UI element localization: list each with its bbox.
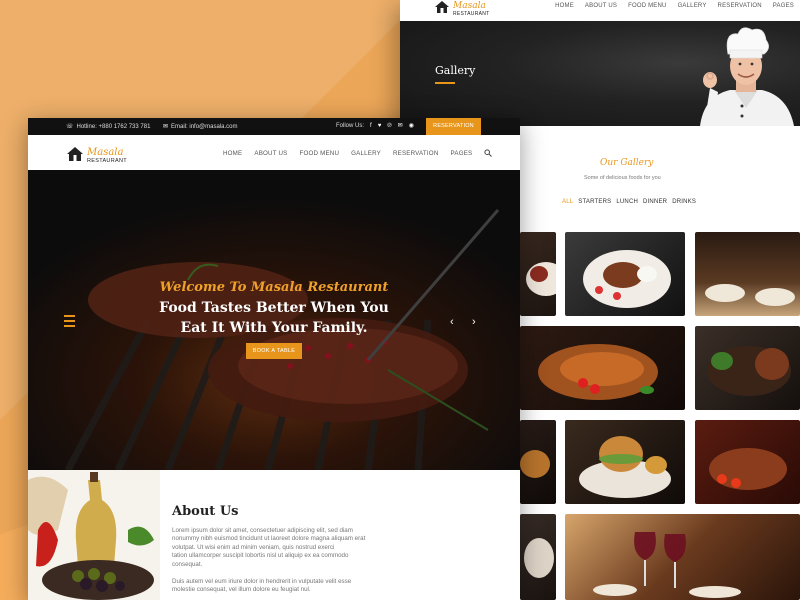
- gallery-hero-title: Gallery: [435, 64, 476, 77]
- gallery-logo[interactable]: Masala RESTAURANT: [434, 0, 490, 17]
- hotline-item: ☏ Hotline: +880 1762 733 781: [66, 123, 151, 131]
- mail-icon: ✉: [163, 124, 169, 130]
- facebook-icon[interactable]: f: [370, 123, 372, 129]
- filter-drinks[interactable]: DRINKS: [672, 199, 696, 205]
- phone-icon: ☏: [66, 124, 74, 130]
- gallery-thumb[interactable]: [695, 232, 800, 316]
- about-line: Duis autem vel eum iriure dolor in hendr…: [172, 578, 352, 585]
- gallery-main-menu: HOME ABOUT US FOOD MENU GALLERY RESERVAT…: [555, 3, 794, 9]
- mail-social-icon[interactable]: ✉: [398, 122, 403, 129]
- search-icon[interactable]: [484, 149, 493, 157]
- main-menu: HOME ABOUT US FOOD MENU GALLERY RESERVAT…: [223, 149, 493, 157]
- gallery-thumb[interactable]: [565, 232, 685, 316]
- our-gallery-subtitle: Some of delicious foods for you: [584, 175, 661, 181]
- filter-lunch[interactable]: LUNCH: [616, 199, 638, 205]
- nav-pages[interactable]: PAGES: [451, 150, 473, 157]
- nav-food-menu[interactable]: FOOD MENU: [300, 150, 340, 157]
- logo-subtitle: RESTAURANT: [453, 11, 490, 17]
- about-line: molestie consequat, vel illum dolore eu …: [172, 586, 311, 594]
- gallery-thumb[interactable]: [565, 514, 800, 600]
- logo-brand: Masala: [453, 1, 486, 11]
- hero-headline-line2: Eat It With Your Family.: [180, 320, 368, 336]
- slider-menu-icon[interactable]: [64, 315, 76, 329]
- hotline-text: Hotline: +880 1762 733 781: [76, 123, 151, 130]
- nav-reservation[interactable]: RESERVATION: [718, 3, 762, 9]
- slider-next-icon[interactable]: ›: [472, 316, 476, 328]
- our-gallery-heading: Our Gallery: [600, 158, 654, 168]
- email-text: Email: info@masala.com: [171, 123, 238, 130]
- gallery-thumb[interactable]: [695, 326, 800, 410]
- nav-gallery[interactable]: GALLERY: [351, 150, 381, 157]
- gallery-thumb[interactable]: [520, 232, 556, 316]
- gallery-thumb[interactable]: [565, 420, 685, 504]
- house-logo-icon: [435, 0, 449, 13]
- gallery-thumb[interactable]: [520, 420, 556, 504]
- gallery-thumb[interactable]: [520, 514, 556, 600]
- social-links: Follow Us: f ♥ ℗ ✉ ◉: [336, 122, 414, 130]
- about-line: volutpat. Ut wisi enim ad minim veniam, …: [172, 543, 335, 551]
- about-line: nonummy nibh euismod tincidunt ut laoree…: [172, 535, 366, 543]
- gallery-thumb[interactable]: [695, 420, 800, 504]
- about-line: tation ullamcorper suscipit lobortis nis…: [172, 552, 349, 560]
- gallery-thumb[interactable]: [520, 326, 685, 410]
- twitter-icon[interactable]: ♥: [378, 123, 382, 129]
- nav-home[interactable]: HOME: [555, 3, 574, 9]
- wine-glasses-photo: [593, 532, 741, 598]
- nav-home[interactable]: HOME: [223, 150, 242, 157]
- gallery-navbar: Masala RESTAURANT HOME ABOUT US FOOD MEN…: [400, 0, 800, 21]
- about-line: consequat.: [172, 560, 203, 568]
- olives-oil-photo: [28, 470, 160, 600]
- chef-photo: [700, 27, 794, 126]
- nav-food-menu[interactable]: FOOD MENU: [628, 3, 666, 9]
- nav-about-us[interactable]: ABOUT US: [254, 150, 287, 157]
- nav-pages[interactable]: PAGES: [773, 3, 794, 9]
- follow-label: Follow Us:: [336, 122, 365, 129]
- reservation-button[interactable]: RESERVATION: [426, 118, 481, 135]
- rss-icon[interactable]: ◉: [409, 122, 414, 129]
- logo-brand: Masala: [87, 147, 124, 158]
- about-us-heading: About Us: [172, 504, 239, 519]
- hero-welcome-text: Welcome To Masala Restaurant: [159, 280, 389, 295]
- about-paragraph-2: Duis autem vel eum iriure dolor in hendr…: [172, 578, 376, 595]
- site-logo[interactable]: Masala RESTAURANT: [66, 143, 127, 165]
- filter-starters[interactable]: STARTERS: [578, 199, 611, 205]
- nav-gallery[interactable]: GALLERY: [678, 3, 707, 9]
- slider-prev-icon[interactable]: ‹: [450, 316, 454, 328]
- top-info-bar: ☏ Hotline: +880 1762 733 781 ✉ Email: in…: [28, 118, 520, 135]
- filter-dinner[interactable]: DINNER: [643, 199, 667, 205]
- pinterest-icon[interactable]: ℗: [387, 123, 391, 129]
- email-item[interactable]: ✉ Email: info@masala.com: [163, 123, 238, 131]
- book-table-button[interactable]: BOOK A TABLE: [246, 343, 302, 359]
- gallery-filter-bar: ALL STARTERS LUNCH DINNER DRINKS: [562, 199, 696, 205]
- about-paragraph-1: Lorem ipsum dolor sit amet, consectetuer…: [172, 527, 376, 569]
- hero-headline-line1: Food Tastes Better When You: [159, 300, 389, 316]
- nav-about-us[interactable]: ABOUT US: [585, 3, 617, 9]
- logo-subtitle: RESTAURANT: [87, 158, 127, 164]
- main-navbar: Masala RESTAURANT HOME ABOUT US FOOD MEN…: [28, 135, 520, 170]
- about-line: Lorem ipsum dolor sit amet, consectetuer…: [172, 527, 353, 534]
- nav-reservation[interactable]: RESERVATION: [393, 150, 439, 157]
- filter-all[interactable]: ALL: [562, 199, 573, 205]
- hero-slider: Welcome To Masala Restaurant Food Tastes…: [28, 170, 520, 470]
- title-underline: [435, 82, 455, 84]
- house-logo-icon: [67, 146, 83, 161]
- home-page-window: ☏ Hotline: +880 1762 733 781 ✉ Email: in…: [28, 118, 520, 600]
